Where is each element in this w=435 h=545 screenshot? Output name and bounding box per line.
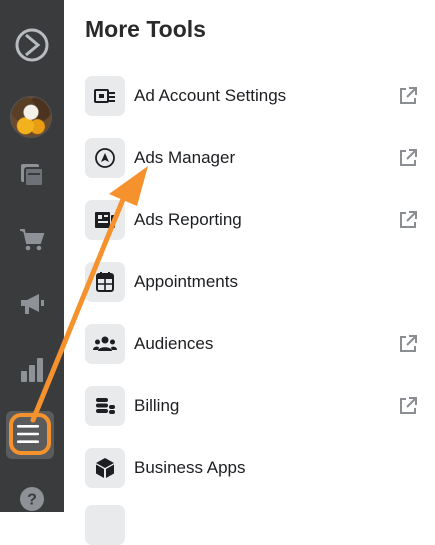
shopping-cart-icon[interactable]: [0, 226, 64, 254]
tool-item-business-apps[interactable]: Business Apps: [85, 448, 425, 488]
tool-item-ad-account-settings[interactable]: Ad Account Settings: [85, 76, 425, 116]
annotation-highlight-circle: [9, 413, 51, 455]
cube-icon: [85, 448, 125, 488]
tool-label: Audiences: [134, 334, 214, 353]
tool-label: Billing: [134, 396, 180, 415]
tool-item-ads-reporting[interactable]: Ads Reporting: [85, 200, 425, 240]
tool-item-audiences[interactable]: Audiences: [85, 324, 425, 364]
bar-chart-icon[interactable]: [0, 356, 64, 384]
coins-stack-icon: [85, 386, 125, 426]
navigation-arrow-icon: [85, 138, 125, 178]
tool-item-billing[interactable]: Billing: [85, 386, 425, 426]
svg-text:?: ?: [27, 492, 37, 509]
tool-label: Ads Manager: [134, 148, 236, 167]
tool-item-ads-manager[interactable]: Ads Manager: [85, 138, 425, 178]
tool-item-partial[interactable]: [85, 505, 425, 545]
profile-avatar[interactable]: [10, 96, 52, 138]
page-title: More Tools: [85, 16, 206, 42]
external-link-icon[interactable]: [398, 148, 418, 173]
ad-settings-icon: [85, 76, 125, 116]
external-link-icon[interactable]: [398, 86, 418, 111]
external-link-icon[interactable]: [398, 210, 418, 235]
tool-label: Ad Account Settings: [134, 86, 287, 105]
tool-label: Ads Reporting: [134, 210, 242, 229]
tool-item-appointments[interactable]: Appointments: [85, 262, 425, 302]
people-group-icon: [85, 324, 125, 364]
left-sidebar: ?: [0, 0, 64, 512]
tool-label: Appointments: [134, 272, 238, 291]
report-icon: [85, 200, 125, 240]
logo-circle-arrow-icon[interactable]: [0, 27, 64, 63]
pages-stack-icon[interactable]: [0, 161, 64, 189]
tool-label: Business Apps: [134, 458, 246, 477]
help-question-icon[interactable]: ?: [0, 485, 64, 513]
calendar-grid-icon: [85, 262, 125, 302]
tool-icon-partial: [85, 505, 125, 545]
external-link-icon[interactable]: [398, 334, 418, 359]
external-link-icon[interactable]: [398, 396, 418, 421]
megaphone-icon[interactable]: [0, 290, 64, 318]
